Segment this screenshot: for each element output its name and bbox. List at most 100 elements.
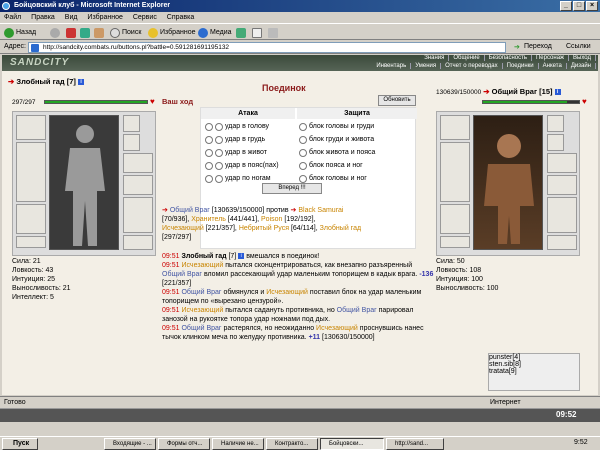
log-actor[interactable]: Исчезающий	[181, 307, 223, 314]
weapon-slot[interactable]	[440, 142, 470, 202]
address-input[interactable]: http://sandcity.combats.ru/buttons.pl?ba…	[28, 42, 506, 53]
helmet-slot[interactable]	[440, 115, 470, 140]
nav-profile[interactable]: Анкета	[539, 63, 567, 69]
attack-radio-left[interactable]	[205, 162, 213, 170]
nav-battles[interactable]: Поединки	[503, 63, 539, 69]
versus-name[interactable]: Злобный гад	[320, 225, 361, 232]
versus-name[interactable]: Исчезающий	[162, 225, 204, 232]
nav-design[interactable]: Дизайн	[567, 63, 596, 69]
armor-slot[interactable]	[16, 204, 46, 234]
attack-radio-left[interactable]	[205, 136, 213, 144]
attack-row[interactable]: удар в грудь	[205, 134, 265, 146]
info-icon[interactable]: i	[554, 89, 561, 96]
shield-slot[interactable]	[123, 175, 153, 195]
weapon-slot[interactable]	[16, 142, 46, 202]
belt-slot[interactable]	[16, 236, 46, 248]
task-button-active[interactable]: Бойцовски...	[320, 438, 384, 450]
attack-radio-right[interactable]	[215, 123, 223, 131]
nav-skills[interactable]: Умения	[411, 63, 442, 69]
versus-name[interactable]: Небритый Руся	[239, 225, 289, 232]
defense-radio[interactable]	[299, 136, 307, 144]
shield-slot[interactable]	[547, 175, 577, 195]
favorites-button[interactable]: Избранное	[148, 27, 195, 38]
gloves-slot[interactable]	[123, 153, 153, 173]
nav-transfers[interactable]: Отчет о переводах	[441, 63, 503, 69]
attack-radio-right[interactable]	[215, 162, 223, 170]
info-icon[interactable]: i	[238, 253, 245, 260]
home-button[interactable]	[94, 27, 104, 38]
defense-row[interactable]: блок живота и пояса	[299, 147, 375, 159]
log-actor[interactable]: Исчезающий	[266, 289, 308, 296]
boots-slot[interactable]	[123, 235, 153, 250]
chat-user[interactable]: tratata[9]	[489, 368, 579, 375]
chat-user[interactable]: punster[4]	[489, 354, 579, 361]
defense-radio[interactable]	[299, 162, 307, 170]
left-player-name[interactable]: Злобный гад	[16, 77, 64, 86]
forward-attack-button[interactable]: Вперед !!!	[262, 183, 322, 194]
log-actor[interactable]: Общий Враг	[337, 307, 377, 314]
defense-radio[interactable]	[299, 123, 307, 131]
ring-slot-1[interactable]	[547, 115, 564, 132]
nav-chat[interactable]: Общение	[449, 55, 485, 61]
ring-slot-1[interactable]	[123, 115, 140, 132]
print-button[interactable]	[268, 27, 278, 38]
history-button[interactable]	[236, 27, 246, 38]
search-button[interactable]: Поиск	[110, 27, 141, 38]
minimize-button[interactable]: _	[560, 1, 572, 11]
stop-button[interactable]	[66, 27, 76, 38]
gloves-slot[interactable]	[547, 153, 577, 173]
helmet-slot[interactable]	[16, 115, 46, 140]
nav-knowledge[interactable]: Знания	[420, 55, 450, 61]
forward-button[interactable]	[50, 27, 60, 38]
nav-exit[interactable]: Выход	[569, 55, 596, 61]
attack-row[interactable]: удар по ногам	[205, 173, 271, 185]
menu-help[interactable]: Справка	[163, 12, 198, 23]
go-button[interactable]: Переход	[524, 43, 552, 50]
links-button[interactable]: Ссылки	[566, 43, 591, 50]
log-actor[interactable]: Общий Враг	[181, 325, 221, 332]
right-player-name[interactable]: Общий Враг	[492, 87, 537, 96]
ring-slot-2[interactable]	[547, 134, 564, 151]
chat-user[interactable]: sten.sib[8]	[489, 361, 579, 368]
attack-row[interactable]: удар в пояс(пах)	[205, 160, 279, 172]
belt-slot[interactable]	[440, 236, 470, 248]
media-button[interactable]: Медиа	[198, 27, 232, 38]
attack-row[interactable]: удар в голову	[205, 121, 269, 133]
task-button[interactable]: Наличие не...	[212, 438, 264, 450]
menu-view[interactable]: Вид	[61, 12, 82, 23]
menu-edit[interactable]: Правка	[27, 12, 59, 23]
defense-row[interactable]: блок пояса и ног	[299, 160, 363, 172]
boots-slot[interactable]	[547, 235, 577, 250]
attack-radio-left[interactable]	[205, 149, 213, 157]
versus-p1[interactable]: Общий Враг	[170, 207, 210, 214]
versus-p2[interactable]: Black Samurai	[298, 207, 343, 214]
log-actor[interactable]: Общий Враг	[162, 271, 202, 278]
nav-character[interactable]: Персонаж	[532, 55, 570, 61]
defense-radio[interactable]	[299, 149, 307, 157]
armor-slot[interactable]	[440, 204, 470, 234]
log-actor[interactable]: Общий Враг	[181, 289, 221, 296]
nav-inventory[interactable]: Инвентарь	[372, 63, 412, 69]
nav-security[interactable]: Безопасность	[485, 55, 532, 61]
log-actor[interactable]: Злобный гад	[181, 253, 226, 260]
refresh-button[interactable]	[80, 27, 90, 38]
menu-file[interactable]: Файл	[0, 12, 25, 23]
versus-name[interactable]: Poison	[261, 216, 282, 223]
offhand-slot[interactable]	[123, 197, 153, 233]
attack-radio-right[interactable]	[215, 149, 223, 157]
task-button[interactable]: Формы отч...	[158, 438, 210, 450]
defense-row[interactable]: блок головы и груди	[299, 121, 374, 133]
mail-button[interactable]	[252, 27, 262, 38]
maximize-button[interactable]: □	[573, 1, 585, 11]
start-button[interactable]: Пуск	[2, 438, 38, 450]
attack-radio-left[interactable]	[205, 123, 213, 131]
task-button[interactable]: http://sand...	[386, 438, 444, 450]
task-button[interactable]: Контракто...	[266, 438, 318, 450]
attack-radio-right[interactable]	[215, 136, 223, 144]
offhand-slot[interactable]	[547, 197, 577, 233]
refresh-battle-button[interactable]: Обновить	[378, 95, 416, 106]
close-button[interactable]: ×	[586, 1, 598, 11]
task-button[interactable]: Входящие - ...	[104, 438, 156, 450]
attack-radio-left[interactable]	[205, 175, 213, 183]
ring-slot-2[interactable]	[123, 134, 140, 151]
